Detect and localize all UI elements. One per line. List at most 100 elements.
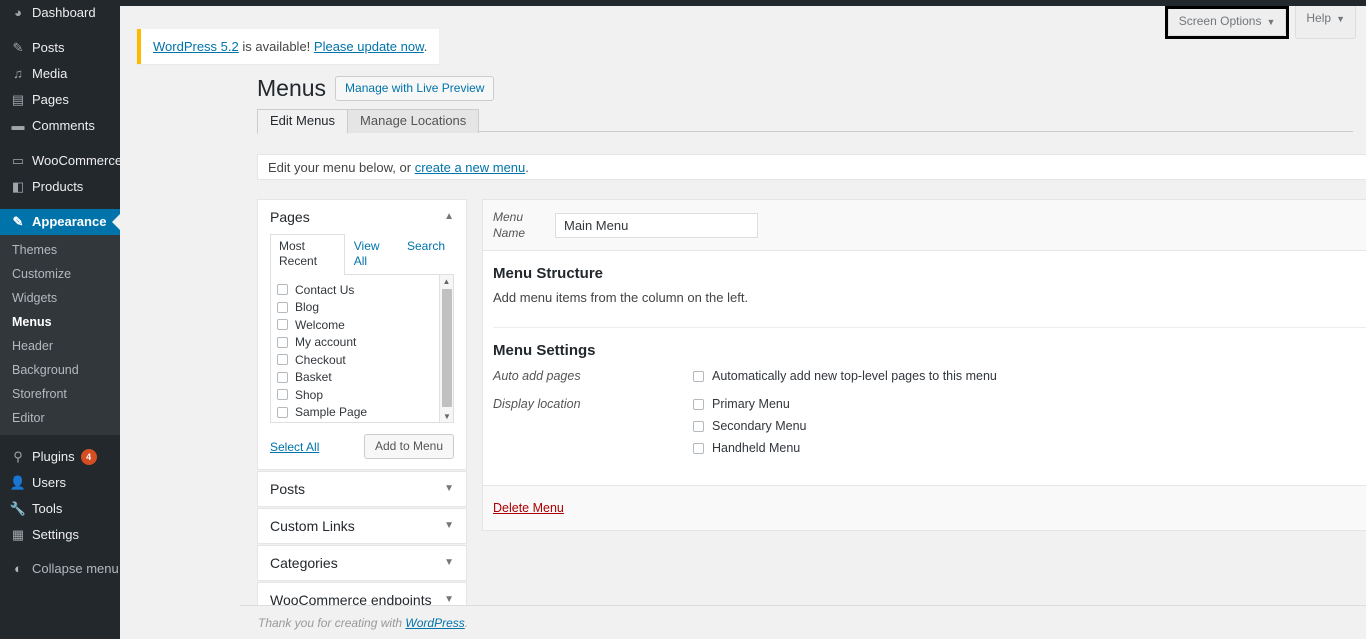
location-checkbox[interactable] [693,420,704,432]
menu-name-input[interactable] [555,212,758,238]
page-checkbox[interactable] [277,336,288,348]
select-all-link[interactable]: Select All [270,440,319,454]
page-checkbox[interactable] [277,406,288,418]
chevron-down-icon[interactable]: ▼ [444,554,454,572]
page-label: Sample Page [295,405,368,420]
page-checkbox[interactable] [277,301,288,313]
submenu-item-menus[interactable]: Menus [0,310,120,334]
sidebar-item-tools[interactable]: 🔧 Tools [0,496,120,522]
page-list-item[interactable]: Sample Page [277,404,453,422]
sidebar-item-posts[interactable]: ✎ Posts [0,35,120,61]
chevron-down-icon: ▼ [1266,17,1276,27]
submenu-item-themes[interactable]: Themes [0,238,120,262]
accordion-header-categories[interactable]: Categories ▼ [258,546,466,580]
collapse-menu-label: Collapse menu [32,561,119,576]
sidebar-item-plugins[interactable]: ⚲ Plugins 4 [0,444,120,470]
pages-tab-view-all[interactable]: View All [345,234,398,274]
submenu-item-storefront[interactable]: Storefront [0,382,120,406]
sidebar-item-woocommerce[interactable]: ▭ WooCommerce [0,148,123,174]
page-checkbox[interactable] [277,389,288,401]
help-button[interactable]: Help ▼ [1295,6,1356,39]
location-checkbox[interactable] [693,442,704,454]
sidebar-item-comments[interactable]: ▬ Comments [0,113,120,139]
page-checkbox[interactable] [277,319,288,331]
menu-items-column: Pages ▲ Most Recent View All Search Contac… [257,199,467,619]
wordpress-link[interactable]: WordPress [405,616,464,630]
page-icon: ▤ [11,92,25,107]
sidebar-item-label: Dashboard [32,5,96,20]
page-list-item[interactable]: Basket [277,369,453,387]
wordpress-version-link[interactable]: WordPress 5.2 [153,39,239,54]
page-label: Shop [295,387,324,402]
location-option[interactable]: Secondary Menu [693,417,807,435]
sidebar-item-label: Posts [32,40,65,55]
sidebar-item-dashboard[interactable]: ◕ Dashboard [0,0,120,26]
instructions-suffix: . [525,160,529,175]
page-label: Checkout [295,352,346,367]
page-checkbox[interactable] [277,284,288,296]
screen-options-button[interactable]: Screen Options ▼ [1167,9,1287,36]
pages-tab-most-recent[interactable]: Most Recent [270,234,345,275]
add-to-menu-button[interactable]: Add to Menu [363,434,454,459]
scroll-down-arrow-icon[interactable]: ▼ [440,410,453,422]
sidebar-item-label: Pages [32,92,69,107]
page-list-item[interactable]: Checkout [277,351,453,369]
delete-menu-link[interactable]: Delete Menu [493,501,564,515]
display-location-options: Primary Menu Secondary Menu Handheld Menu [693,395,807,461]
accordion-header-custom-links[interactable]: Custom Links ▼ [258,509,466,543]
sidebar-item-label: Media [32,66,68,81]
submenu-item-customize[interactable]: Customize [0,262,120,286]
chevron-up-icon[interactable]: ▲ [444,208,454,226]
manage-with-live-preview-button[interactable]: Manage with Live Preview [335,76,495,101]
page-checkbox[interactable] [277,371,288,383]
page-list-item[interactable]: Contact Us [277,281,453,299]
pages-accordion-header[interactable]: Pages ▲ [258,200,466,234]
auto-add-pages-option-label: Automatically add new top-level pages to… [712,369,997,383]
sidebar-primary-items: ◕ Dashboard ✎ Posts ♫ Media ▤ Pages ▬ Comments ▭ Wo… [0,0,123,235]
sidebar-item-products[interactable]: ◧ Products [0,174,120,200]
menu-settings-title: Menu Settings [493,342,596,359]
tab-manage-locations[interactable]: Manage Locations [347,109,480,133]
page-list-item[interactable]: My account [277,334,453,352]
sidebar-item-label: WooCommerce [32,153,123,168]
plugins-update-badge: 4 [80,449,97,465]
sidebar-item-users[interactable]: 👤 Users [0,470,120,496]
screen-meta-links: Screen Options ▼ Help ▼ [1164,6,1356,39]
footer-thanks-suffix: . [464,615,469,630]
scrollbar-thumb[interactable] [442,289,452,407]
menu-structure-title: Menu Structure [493,265,604,282]
location-option[interactable]: Handheld Menu [693,439,807,457]
location-checkbox[interactable] [693,398,704,410]
settings-icon: ▦ [11,527,25,542]
footer-thanks-prefix: Thank you for creating with [258,615,406,630]
accordion-header-posts[interactable]: Posts ▼ [258,472,466,506]
page-list-item[interactable]: Welcome [277,316,453,334]
tab-edit-menus[interactable]: Edit Menus [257,109,349,134]
create-a-new-menu-link[interactable]: create a new menu [415,160,526,175]
please-update-now-link[interactable]: Please update now [314,39,424,54]
sidebar-item-appearance[interactable]: ✎ Appearance [0,209,120,235]
submenu-item-background[interactable]: Background [0,358,120,382]
submenu-item-header[interactable]: Header [0,334,120,358]
pages-list-scrollbar[interactable]: ▲ ▼ [439,275,453,422]
page-label: My account [295,335,357,350]
page-checkbox[interactable] [277,354,288,366]
submenu-item-widgets[interactable]: Widgets [0,286,120,310]
display-location-label: Display location [493,397,581,411]
chevron-down-icon[interactable]: ▼ [444,480,454,498]
auto-add-pages-option[interactable]: Automatically add new top-level pages to… [693,367,997,385]
auto-add-pages-checkbox[interactable] [693,370,704,382]
page-list-item[interactable]: Shop [277,386,453,404]
update-notice-period: . [423,39,428,54]
page-list-item[interactable]: Blog [277,299,453,317]
sidebar-item-label: Users [32,475,66,490]
chevron-down-icon[interactable]: ▼ [444,517,454,535]
sidebar-item-media[interactable]: ♫ Media [0,61,120,87]
collapse-menu-button[interactable]: ◐ Collapse menu [0,556,120,582]
pages-tab-search[interactable]: Search [398,234,454,274]
sidebar-item-pages[interactable]: ▤ Pages [0,87,120,113]
submenu-item-editor[interactable]: Editor [0,406,120,430]
scroll-up-arrow-icon[interactable]: ▲ [440,275,453,288]
sidebar-item-settings[interactable]: ▦ Settings [0,522,120,548]
location-option[interactable]: Primary Menu [693,395,807,413]
